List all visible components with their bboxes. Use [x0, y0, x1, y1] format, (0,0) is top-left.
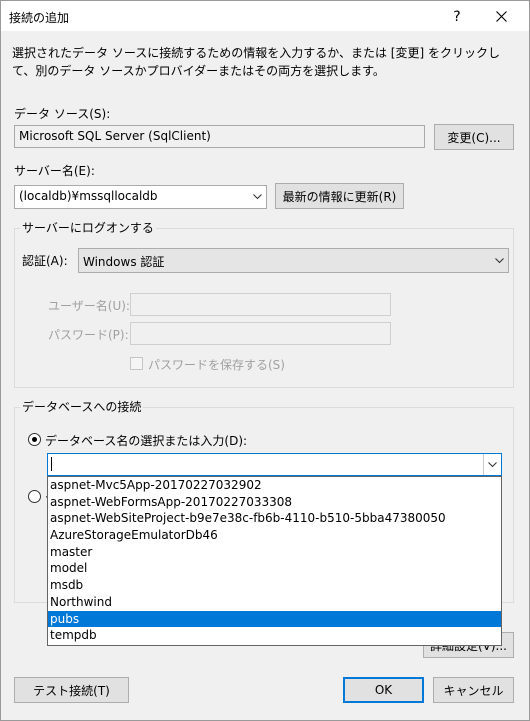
change-button[interactable]: 変更(C)...	[434, 124, 514, 150]
database-group-title: データベースへの接続	[20, 398, 144, 415]
auth-label: 認証(A):	[22, 254, 68, 268]
ok-button[interactable]: OK	[343, 677, 424, 703]
data-source-label: データ ソース(S):	[14, 107, 111, 121]
close-icon	[495, 11, 507, 22]
password-field[interactable]	[130, 322, 391, 345]
list-item[interactable]: msdb	[48, 577, 501, 594]
save-password-label: パスワードを保存する(S)	[148, 358, 285, 372]
auth-combo[interactable]: Windows 認証	[78, 248, 509, 273]
server-name-combo[interactable]: (localdb)¥mssqllocaldb	[14, 185, 267, 209]
dialog-description: 選択されたデータ ソースに接続するための情報を入力するか、または [変更] をク…	[12, 46, 500, 78]
attach-database-radio[interactable]	[28, 490, 41, 503]
password-label: パスワード(P):	[48, 328, 129, 342]
chevron-down-icon[interactable]	[248, 186, 266, 207]
help-button[interactable]: ?	[435, 2, 479, 31]
list-item[interactable]: model	[48, 560, 501, 577]
user-name-label: ユーザー名(U):	[48, 299, 130, 313]
list-item[interactable]: aspnet-Mvc5App-20170227032902	[48, 477, 501, 494]
cancel-button[interactable]: キャンセル	[433, 677, 514, 703]
chevron-down-icon[interactable]	[490, 249, 508, 272]
user-name-field[interactable]	[130, 293, 391, 316]
window-title: 接続の追加	[9, 11, 70, 25]
save-password-checkbox[interactable]	[130, 357, 143, 370]
list-item[interactable]: tempdb	[48, 627, 501, 644]
data-source-field: Microsoft SQL Server (SqlClient)	[14, 125, 425, 148]
select-database-label: データベース名の選択または入力(D):	[45, 434, 248, 448]
server-name-label: サーバー名(E):	[14, 164, 95, 178]
database-dropdown-list[interactable]: aspnet-Mvc5App-20170227032902 aspnet-Web…	[47, 476, 502, 646]
select-database-radio[interactable]	[28, 433, 41, 446]
test-connection-button[interactable]: テスト接続(T)	[14, 677, 129, 703]
list-item[interactable]: aspnet-WebFormsApp-20170227033308	[48, 494, 501, 511]
title-bar[interactable]: 接続の追加 ?	[1, 1, 529, 31]
list-item[interactable]: master	[48, 544, 501, 561]
list-item[interactable]: AzureStorageEmulatorDb46	[48, 527, 501, 544]
list-item[interactable]: Northwind	[48, 594, 501, 611]
text-caret	[51, 457, 52, 471]
list-item[interactable]: aspnet-WebSiteProject-b9e7e38c-fb6b-4110…	[48, 510, 501, 527]
refresh-button[interactable]: 最新の情報に更新(R)	[275, 183, 404, 209]
auth-value: Windows 認証	[83, 255, 165, 269]
list-item-selected[interactable]: pubs	[48, 610, 501, 628]
database-name-combo[interactable]	[47, 453, 502, 476]
logon-group-title: サーバーにログオンする	[20, 219, 156, 236]
chevron-down-icon[interactable]	[483, 454, 501, 475]
server-name-value: (localdb)¥mssqllocaldb	[19, 189, 158, 203]
close-button[interactable]	[479, 2, 523, 31]
